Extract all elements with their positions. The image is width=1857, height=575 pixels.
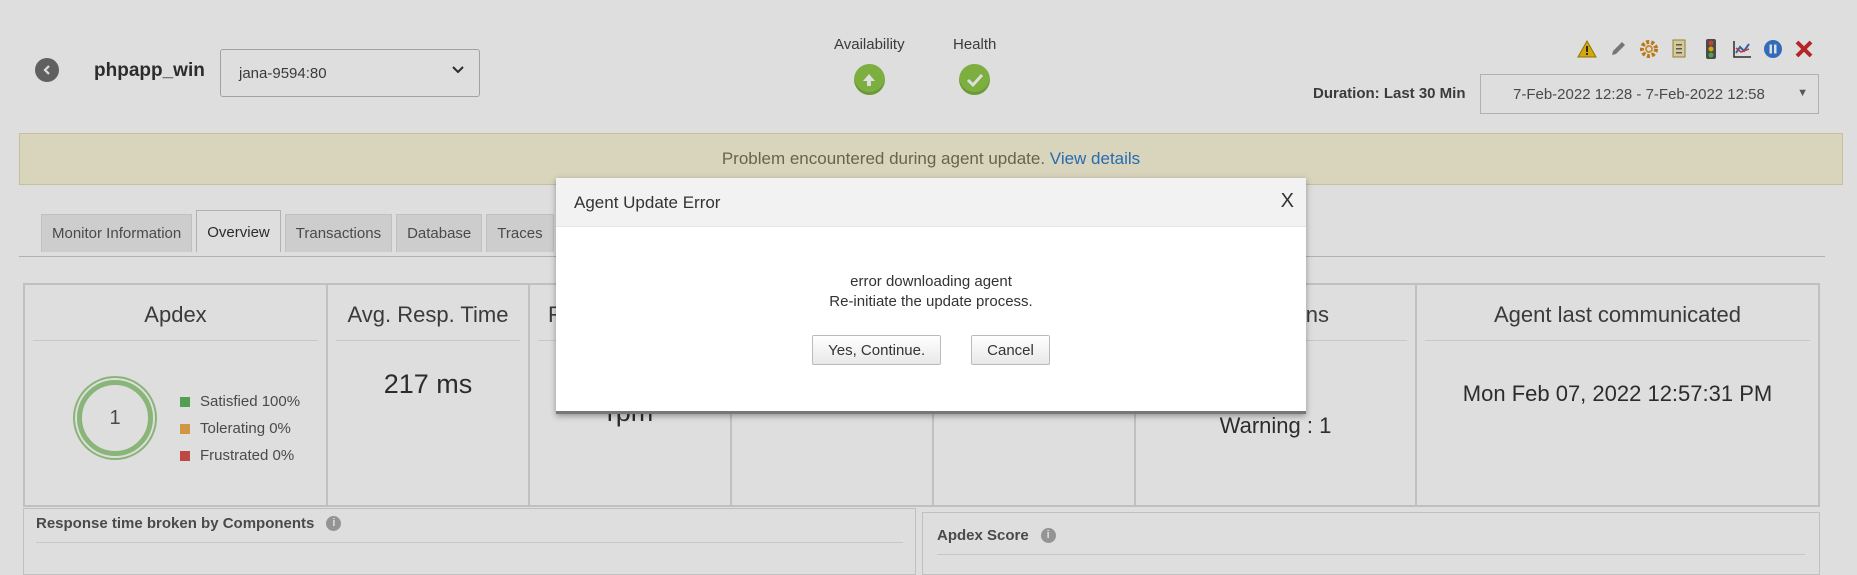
- agent-update-error-dialog: Agent Update Error X error downloading a…: [556, 178, 1306, 414]
- divider: [556, 411, 1306, 414]
- error-message: error downloading agent: [850, 273, 1012, 290]
- dialog-header: Agent Update Error X: [556, 178, 1306, 227]
- dialog-title: Agent Update Error: [574, 193, 721, 212]
- error-instruction: Re-initiate the update process.: [829, 293, 1033, 310]
- close-icon[interactable]: X: [1281, 190, 1294, 213]
- dialog-body: error downloading agent Re-initiate the …: [556, 227, 1306, 365]
- continue-button[interactable]: Yes, Continue.: [812, 335, 942, 365]
- cancel-button[interactable]: Cancel: [971, 335, 1050, 365]
- dialog-buttons: Yes, Continue. Cancel: [556, 335, 1306, 365]
